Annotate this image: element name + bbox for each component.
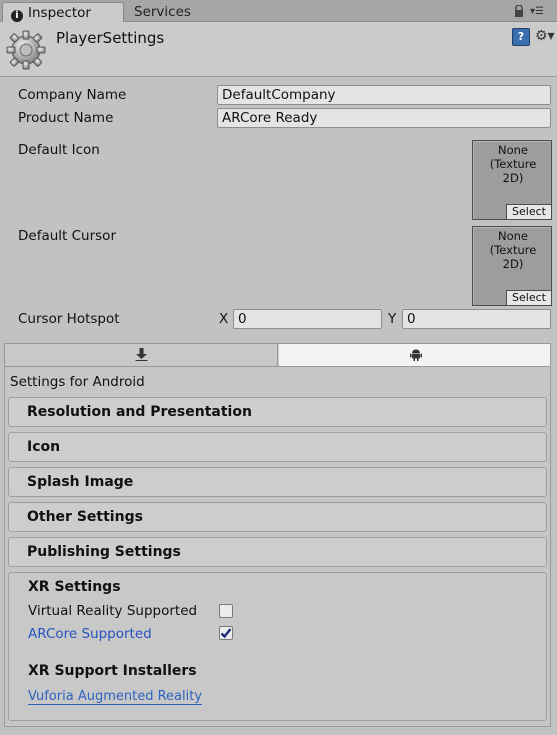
tab-inspector[interactable]: i Inspector — [2, 2, 124, 23]
tab-services[interactable]: Services — [126, 2, 199, 23]
download-arrow-icon — [135, 348, 148, 361]
company-name-field[interactable]: DefaultCompany — [217, 85, 551, 105]
vr-supported-label: Virtual Reality Supported — [28, 603, 198, 619]
xr-installers-title: XR Support Installers — [28, 663, 197, 679]
player-settings-gear-icon — [6, 30, 46, 70]
hotspot-y-field[interactable]: 0 — [402, 309, 551, 329]
product-name-label: Product Name — [18, 110, 114, 126]
default-icon-select-button[interactable]: Select — [506, 204, 551, 219]
vuforia-link[interactable]: Vuforia Augmented Reality — [28, 689, 203, 705]
product-name-field[interactable]: ARCore Ready — [217, 108, 551, 128]
texture-none-text: None (Texture 2D) — [489, 229, 537, 271]
page-title: PlayerSettings — [56, 29, 165, 47]
default-icon-texture-slot[interactable]: None (Texture 2D) Select — [472, 140, 552, 220]
company-name-label: Company Name — [18, 87, 127, 103]
checkmark-icon — [220, 628, 232, 639]
hotspot-y-label: Y — [388, 311, 397, 327]
info-icon: i — [11, 10, 23, 22]
tab-standalone[interactable] — [5, 344, 278, 366]
help-book-icon[interactable]: ? — [512, 28, 530, 46]
arcore-supported-label: ARCore Supported — [28, 626, 152, 642]
default-cursor-texture-slot[interactable]: None (Texture 2D) Select — [472, 226, 552, 306]
default-cursor-select-button[interactable]: Select — [506, 290, 551, 305]
tab-services-label: Services — [134, 4, 191, 20]
default-icon-label: Default Icon — [18, 142, 100, 158]
lock-icon[interactable] — [514, 4, 524, 17]
section-other-settings[interactable]: Other Settings — [8, 502, 547, 532]
cursor-hotspot-label: Cursor Hotspot — [18, 311, 120, 327]
default-cursor-label: Default Cursor — [18, 228, 116, 244]
section-icon[interactable]: Icon — [8, 432, 547, 462]
settings-for-label: Settings for Android — [10, 374, 145, 390]
settings-cog-icon[interactable]: ⚙▾ — [535, 27, 555, 45]
arcore-supported-checkbox[interactable] — [219, 626, 233, 640]
xr-settings-title: XR Settings — [28, 579, 121, 595]
tab-android[interactable] — [279, 344, 550, 366]
texture-none-text: None (Texture 2D) — [489, 143, 537, 185]
section-resolution-presentation[interactable]: Resolution and Presentation — [8, 397, 547, 427]
section-publishing-settings[interactable]: Publishing Settings — [8, 537, 547, 567]
menu-icon[interactable]: ▾☰ — [530, 6, 552, 18]
vr-supported-checkbox[interactable] — [219, 604, 233, 618]
hotspot-x-label: X — [219, 311, 229, 327]
section-splash-image[interactable]: Splash Image — [8, 467, 547, 497]
tab-inspector-label: Inspector — [28, 5, 91, 21]
platform-tab-bar — [4, 343, 551, 367]
hotspot-x-field[interactable]: 0 — [233, 309, 382, 329]
android-icon — [410, 349, 422, 361]
